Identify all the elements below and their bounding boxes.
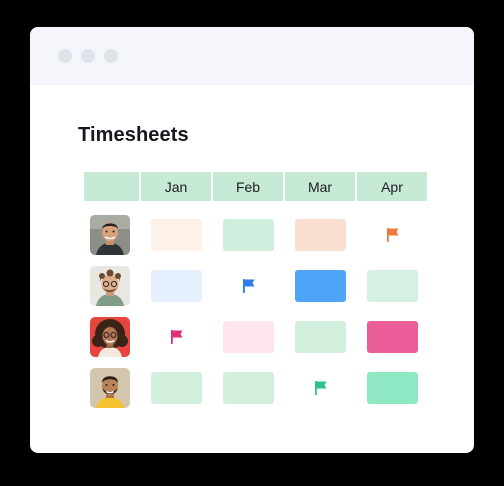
avatar	[90, 317, 130, 357]
header-cell-apr: Apr	[357, 172, 427, 201]
window-dot-2[interactable]	[81, 49, 95, 63]
timesheet-cell-mar[interactable]	[295, 219, 346, 251]
timesheet-cell-apr[interactable]	[367, 321, 418, 353]
person-woman-curly-hair-glasses-icon	[90, 317, 130, 357]
window-dot-1[interactable]	[58, 49, 72, 63]
timesheet-cell-apr[interactable]	[367, 372, 418, 404]
window-dot-3[interactable]	[104, 49, 118, 63]
app-window: Timesheets Jan Feb Mar Apr	[30, 27, 474, 453]
header-cell-mar: Mar	[285, 172, 355, 201]
window-titlebar	[30, 27, 474, 85]
avatar	[90, 368, 130, 408]
timesheet-cell-jan[interactable]	[151, 219, 202, 251]
timesheet-cell-mar[interactable]	[295, 270, 346, 302]
timesheet-cell-feb[interactable]	[223, 372, 274, 404]
timesheet-cell-mar[interactable]	[295, 321, 346, 353]
timesheet-cell-feb[interactable]	[223, 219, 274, 251]
timesheet-cell-jan[interactable]	[151, 372, 202, 404]
person-man-curly-hair-glasses-icon	[90, 266, 130, 306]
page-title: Timesheets	[78, 124, 189, 146]
avatar	[90, 215, 130, 255]
flag-icon[interactable]	[242, 278, 256, 294]
person-man-short-hair-icon	[90, 215, 130, 255]
person-man-beard-yellow-shirt-icon	[90, 368, 130, 408]
flag-icon[interactable]	[170, 329, 184, 345]
flag-icon[interactable]	[314, 380, 328, 396]
timesheet-cell-apr[interactable]	[367, 270, 418, 302]
header-cell-jan: Jan	[141, 172, 211, 201]
header-cell-empty	[84, 172, 139, 201]
timesheet-cell-jan[interactable]	[151, 270, 202, 302]
timesheet-cell-feb[interactable]	[223, 321, 274, 353]
header-cell-feb: Feb	[213, 172, 283, 201]
avatar	[90, 266, 130, 306]
flag-icon[interactable]	[386, 227, 400, 243]
